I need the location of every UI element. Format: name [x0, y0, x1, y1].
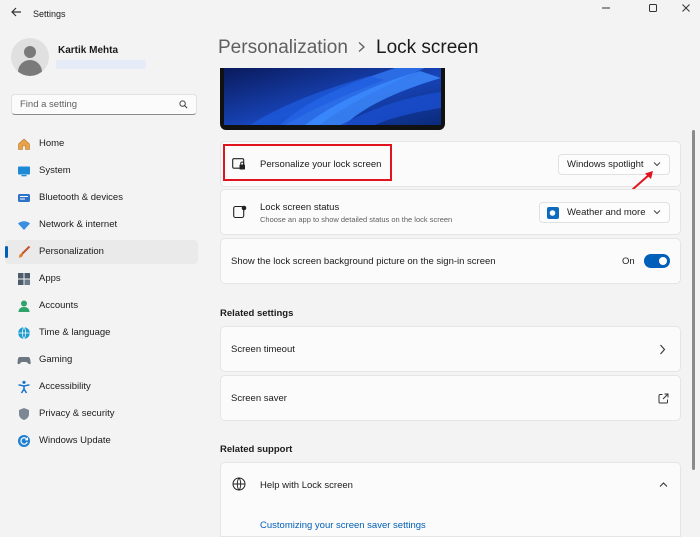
chevron-down-icon [653, 210, 661, 215]
nav-item-personalization[interactable]: Personalization [5, 240, 198, 264]
lock-screen-preview [220, 68, 445, 130]
maximize-icon[interactable] [642, 3, 664, 17]
nav-label: Windows Update [39, 435, 111, 446]
nav-item-system[interactable]: System [5, 159, 198, 183]
signin-background-toggle[interactable] [644, 254, 670, 268]
screen-saver-row[interactable]: Screen saver [220, 375, 681, 421]
globe-icon [232, 477, 246, 491]
nav-item-windows-update[interactable]: Windows Update [5, 429, 198, 453]
system-icon [18, 166, 30, 177]
nav-label: Privacy & security [39, 408, 115, 419]
help-lock-screen-label: Help with Lock screen [260, 480, 353, 491]
nav-item-accounts[interactable]: Accounts [5, 294, 198, 318]
help-lock-screen-header[interactable]: Help with Lock screen [221, 463, 680, 507]
brush-icon [19, 245, 31, 258]
minimize-icon[interactable] [595, 3, 617, 17]
chevron-up-icon[interactable] [659, 481, 668, 488]
nav-label: Personalization [39, 246, 104, 257]
lock-screen-status-description: Choose an app to show detailed status on… [260, 215, 453, 224]
scrollbar[interactable] [692, 130, 695, 470]
nav-label: Gaming [39, 354, 73, 365]
user-name: Kartik Mehta [58, 45, 119, 56]
back-arrow-icon[interactable] [8, 6, 24, 22]
nav-label: Bluetooth & devices [39, 192, 123, 203]
nav-label: Network & internet [39, 219, 118, 230]
chevron-down-icon [653, 162, 661, 167]
lock-screen-status-dropdown[interactable]: Weather and more [539, 202, 670, 223]
signin-background-label: Show the lock screen background picture … [231, 256, 496, 267]
bluetooth-icon [18, 194, 30, 202]
external-link-icon [658, 393, 669, 404]
nav-label: Apps [39, 273, 61, 284]
nav-item-bluetooth[interactable]: Bluetooth & devices [5, 186, 198, 210]
lock-screen-status-label: Lock screen status [260, 202, 340, 213]
accounts-icon [18, 300, 30, 312]
apps-icon [18, 273, 30, 285]
related-settings-heading: Related settings [220, 308, 294, 319]
network-icon [18, 221, 30, 230]
lock-screen-status-row[interactable]: Lock screen status Choose an app to show… [220, 189, 681, 235]
shield-icon [19, 408, 29, 420]
nav-item-accessibility[interactable]: Accessibility [5, 375, 198, 399]
search-box[interactable] [11, 94, 197, 115]
chevron-right-icon [660, 344, 666, 355]
status-icon [233, 205, 247, 219]
screen-timeout-row[interactable]: Screen timeout [220, 326, 681, 372]
window-title: Settings [33, 9, 66, 19]
nav-item-apps[interactable]: Apps [5, 267, 198, 291]
toggle-state-label: On [622, 256, 635, 267]
user-email-redacted [56, 60, 146, 69]
related-support-heading: Related support [220, 444, 293, 455]
nav-item-network[interactable]: Network & internet [5, 213, 198, 237]
nav-label: Home [39, 138, 65, 149]
avatar[interactable] [11, 38, 49, 76]
screen-saver-label: Screen saver [231, 393, 287, 404]
windows-update-icon [18, 435, 30, 447]
nav-label: Accessibility [39, 381, 91, 392]
nav-item-privacy[interactable]: Privacy & security [5, 402, 198, 426]
signin-background-row: Show the lock screen background picture … [220, 238, 681, 284]
gaming-icon [17, 357, 31, 365]
nav-label: System [39, 165, 71, 176]
nav-item-gaming[interactable]: Gaming [5, 348, 198, 372]
search-icon[interactable] [179, 100, 188, 109]
nav-label: Time & language [39, 327, 111, 338]
accessibility-icon [18, 380, 30, 394]
active-indicator [5, 246, 8, 258]
nav-item-time-language[interactable]: Time & language [5, 321, 198, 345]
close-icon[interactable] [675, 3, 697, 17]
annotation-highlight [223, 144, 392, 181]
weather-icon [547, 207, 559, 219]
search-input[interactable] [18, 98, 172, 111]
breadcrumb-parent[interactable]: Personalization [218, 37, 348, 59]
breadcrumb-chevron-icon [357, 41, 366, 56]
nav-label: Accounts [39, 300, 79, 311]
title-bar: Settings [0, 0, 700, 30]
toggle-knob [659, 257, 667, 265]
page-title: Lock screen [376, 37, 479, 58]
nav-item-home[interactable]: Home [5, 132, 198, 156]
customizing-screen-saver-link[interactable]: Customizing your screen saver settings [260, 520, 426, 531]
screen-timeout-label: Screen timeout [231, 344, 295, 355]
home-icon [18, 138, 30, 150]
dropdown-value: Weather and more [567, 207, 646, 218]
time-language-icon [18, 326, 30, 340]
